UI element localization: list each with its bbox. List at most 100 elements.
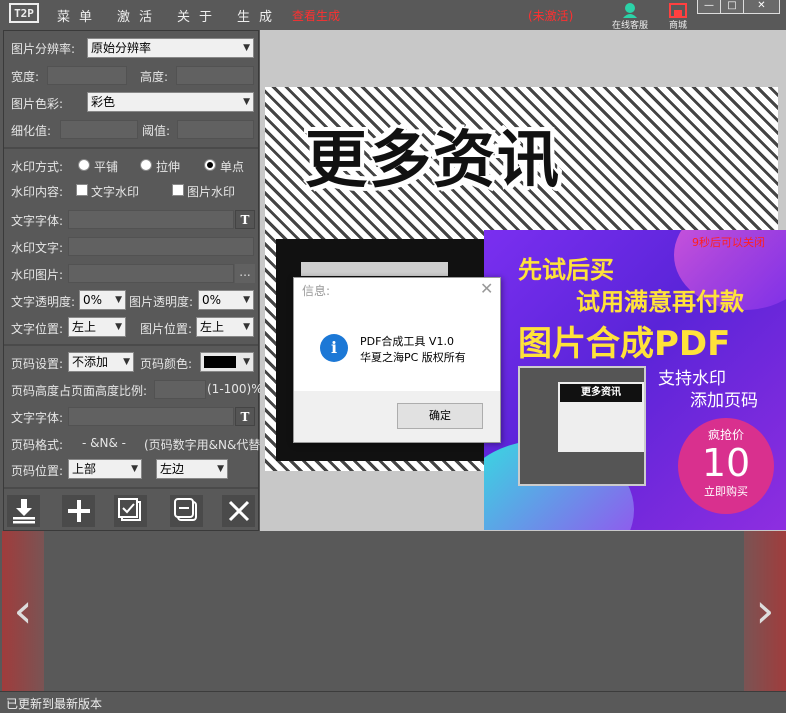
resolution-value: 原始分辨率: [91, 41, 152, 55]
ad-buy-badge[interactable]: 疯抢价 10 立即购买: [678, 418, 774, 514]
divider: [4, 487, 258, 489]
dialog-close-button[interactable]: ✕: [480, 279, 493, 298]
text-watermark-checkbox[interactable]: [76, 184, 88, 196]
activation-status[interactable]: (未激活): [528, 7, 573, 24]
pageno-pos-h-value: 左边: [160, 462, 185, 476]
browse-button[interactable]: ...: [235, 264, 255, 283]
wm-mode-single-label[interactable]: 单点: [220, 158, 244, 175]
wm-font-input[interactable]: [68, 210, 234, 229]
info-icon: i: [320, 334, 348, 362]
select-all-button[interactable]: [114, 495, 147, 527]
pageno-pos-h-select[interactable]: 左边 ▼: [156, 459, 228, 479]
delete-button[interactable]: [222, 495, 255, 527]
img-pos-label: 图片位置:: [140, 322, 193, 336]
minus-copy-icon: [173, 498, 197, 521]
text-opacity-label: 文字透明度:: [11, 295, 76, 309]
wm-font-label: 文字字体:: [11, 214, 64, 228]
wm-mode-single-radio[interactable]: [204, 159, 216, 171]
detail-label: 细化值:: [11, 124, 52, 138]
width-label: 宽度:: [11, 70, 40, 84]
pageno-font-input[interactable]: [68, 407, 234, 426]
dialog-footer: 确定: [294, 391, 500, 442]
height-label: 高度:: [140, 70, 169, 84]
divider: [4, 344, 258, 346]
add-button[interactable]: [62, 495, 95, 527]
image-watermark-checkbox[interactable]: [172, 184, 184, 196]
download-icon: [12, 499, 35, 524]
headset-icon: [623, 3, 637, 18]
text-pos-label: 文字位置:: [11, 322, 64, 336]
wm-image-input[interactable]: [68, 264, 234, 283]
wm-mode-stretch-label[interactable]: 拉伸: [156, 158, 180, 175]
chevron-down-icon: ▼: [115, 322, 122, 332]
import-button[interactable]: [7, 495, 40, 527]
menu-item-menu[interactable]: 菜单: [57, 6, 101, 25]
width-input[interactable]: [47, 66, 127, 85]
status-text: 已更新到最新版本: [6, 697, 103, 711]
resolution-select[interactable]: 原始分辨率 ▼: [87, 38, 254, 58]
check-copy-icon: [117, 498, 141, 521]
pageno-color-picker[interactable]: ▼: [200, 352, 254, 372]
height-input[interactable]: [176, 66, 254, 85]
pageno-pos-v-select[interactable]: 上部 ▼: [68, 459, 142, 479]
close-window-button[interactable]: ✕: [743, 0, 780, 14]
image-watermark-label[interactable]: 图片水印: [187, 183, 235, 200]
dialog-caption: 信息:: [302, 284, 331, 298]
divider: [4, 147, 258, 149]
menu-item-about[interactable]: 关于: [177, 6, 221, 25]
ok-button[interactable]: 确定: [397, 403, 483, 429]
menu-item-activate[interactable]: 激活: [117, 6, 161, 25]
color-value: 彩色: [91, 95, 116, 109]
img-pos-value: 左上: [200, 320, 225, 334]
pageno-select[interactable]: 不添加 ▼: [68, 352, 134, 372]
pageno-ratio-input[interactable]: [154, 380, 206, 399]
app-logo: T2P: [9, 3, 39, 23]
img-opacity-select[interactable]: 0% ▼: [198, 290, 254, 310]
thumbnail-title: 更多资讯: [560, 384, 642, 402]
maximize-button[interactable]: □: [720, 0, 744, 14]
page-headline: 更多资讯: [303, 122, 562, 198]
minimize-button[interactable]: —: [697, 0, 721, 14]
prev-button[interactable]: ‹: [2, 531, 44, 691]
chevron-down-icon: ▼: [123, 357, 130, 367]
wm-font-button[interactable]: T: [235, 210, 255, 229]
chevron-down-icon: ▼: [217, 464, 224, 474]
wm-mode-tile-radio[interactable]: [78, 159, 90, 171]
threshold-input[interactable]: [177, 120, 254, 139]
close-icon: [228, 500, 249, 522]
ad-popup[interactable]: 9秒后可以关闭 先试后买 试用满意再付款 图片合成PDF 更多资讯 支持水印 添…: [484, 230, 786, 530]
ad-countdown: 9秒后可以关闭: [692, 236, 765, 249]
ad-buy-link[interactable]: 立即购买: [678, 483, 774, 499]
detail-input[interactable]: [60, 120, 138, 139]
wm-mode-stretch-radio[interactable]: [140, 159, 152, 171]
pageno-font-button[interactable]: T: [235, 407, 255, 426]
img-opacity-label: 图片透明度:: [129, 295, 194, 309]
wm-mode-tile-label[interactable]: 平铺: [94, 158, 118, 175]
next-button[interactable]: ›: [744, 531, 786, 691]
ad-line-3: 图片合成PDF: [518, 324, 731, 364]
color-label: 图片色彩:: [11, 97, 64, 111]
pageno-ratio-hint: (1-100)%: [207, 382, 263, 396]
title-bar: T2P 菜单 激活 关于 生成 查看生成 (未激活) 在线客服 商城 — □ ✕: [0, 0, 786, 31]
shop-button[interactable]: 商城: [658, 0, 698, 31]
text-pos-select[interactable]: 左上 ▼: [68, 317, 126, 337]
deselect-button[interactable]: [170, 495, 203, 527]
text-opacity-select[interactable]: 0% ▼: [79, 290, 126, 310]
img-pos-select[interactable]: 左上 ▼: [196, 317, 254, 337]
wm-mode-label: 水印方式:: [11, 160, 64, 174]
shop-icon: [669, 3, 687, 18]
chevron-down-icon: ▼: [243, 295, 250, 305]
chevron-down-icon: ▼: [243, 357, 250, 367]
thumbnail-page: 更多资讯: [558, 382, 644, 452]
chevron-down-icon: ▼: [115, 295, 122, 305]
menu-item-generate[interactable]: 生成: [237, 6, 281, 25]
online-service-button[interactable]: 在线客服: [610, 0, 650, 31]
view-output-link[interactable]: 查看生成: [292, 7, 340, 24]
pageno-pos-v-value: 上部: [72, 462, 97, 476]
color-select[interactable]: 彩色 ▼: [87, 92, 254, 112]
pageno-color-label: 页码颜色:: [140, 357, 193, 371]
ad-line-2: 试用满意再付款: [576, 288, 744, 316]
wm-text-input[interactable]: [68, 237, 254, 256]
pageno-format-value[interactable]: - &N& -: [82, 436, 126, 450]
text-watermark-label[interactable]: 文字水印: [91, 183, 139, 200]
